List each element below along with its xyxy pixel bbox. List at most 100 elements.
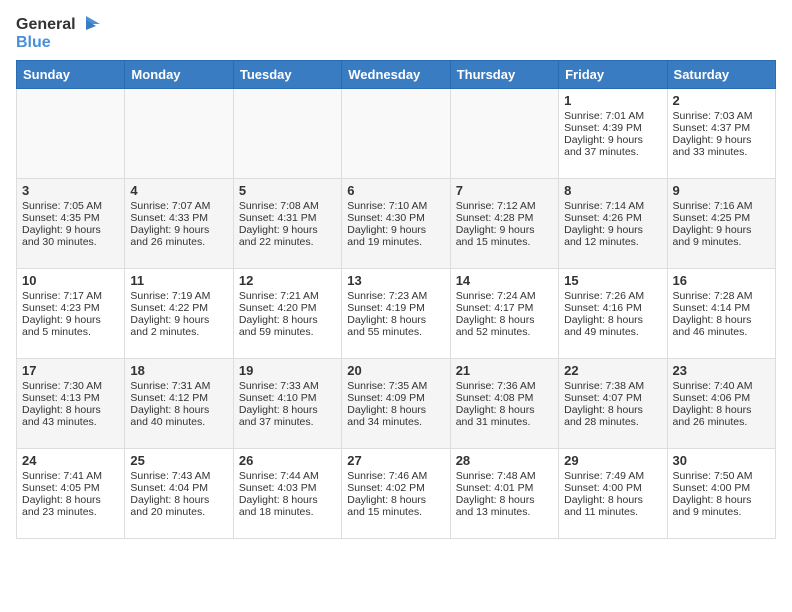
day-info-line: Sunrise: 7:03 AM bbox=[673, 110, 770, 122]
header-cell-saturday: Saturday bbox=[667, 60, 775, 88]
day-info-line: Sunset: 4:25 PM bbox=[673, 212, 770, 224]
day-info-line: Sunrise: 7:21 AM bbox=[239, 290, 336, 302]
day-info-line: Sunrise: 7:17 AM bbox=[22, 290, 119, 302]
day-info-line: Sunrise: 7:01 AM bbox=[564, 110, 661, 122]
day-number: 1 bbox=[564, 93, 661, 108]
page-header: General Blue bbox=[16, 16, 776, 52]
day-info-line: Sunrise: 7:14 AM bbox=[564, 200, 661, 212]
day-info-line: Daylight: 8 hours and 31 minutes. bbox=[456, 404, 553, 428]
day-info-line: Sunrise: 7:31 AM bbox=[130, 380, 227, 392]
calendar-cell: 20Sunrise: 7:35 AMSunset: 4:09 PMDayligh… bbox=[342, 358, 450, 448]
day-info-line: Sunrise: 7:30 AM bbox=[22, 380, 119, 392]
day-info-line: Daylight: 9 hours and 26 minutes. bbox=[130, 224, 227, 248]
logo-blue: Blue bbox=[16, 34, 51, 51]
day-info-line: Sunset: 4:08 PM bbox=[456, 392, 553, 404]
header-cell-tuesday: Tuesday bbox=[233, 60, 341, 88]
calendar-cell bbox=[342, 88, 450, 178]
day-number: 29 bbox=[564, 453, 661, 468]
header-cell-monday: Monday bbox=[125, 60, 233, 88]
day-info-line: Daylight: 8 hours and 49 minutes. bbox=[564, 314, 661, 338]
day-info-line: Daylight: 9 hours and 5 minutes. bbox=[22, 314, 119, 338]
day-info-line: Sunset: 4:12 PM bbox=[130, 392, 227, 404]
calendar-week-2: 3Sunrise: 7:05 AMSunset: 4:35 PMDaylight… bbox=[17, 178, 776, 268]
calendar-body: 1Sunrise: 7:01 AMSunset: 4:39 PMDaylight… bbox=[17, 88, 776, 538]
day-info-line: Sunset: 4:20 PM bbox=[239, 302, 336, 314]
day-info-line: Sunset: 4:04 PM bbox=[130, 482, 227, 494]
calendar-cell: 23Sunrise: 7:40 AMSunset: 4:06 PMDayligh… bbox=[667, 358, 775, 448]
calendar-cell: 2Sunrise: 7:03 AMSunset: 4:37 PMDaylight… bbox=[667, 88, 775, 178]
day-info-line: Daylight: 8 hours and 18 minutes. bbox=[239, 494, 336, 518]
day-info-line: Sunrise: 7:23 AM bbox=[347, 290, 444, 302]
day-info-line: Sunrise: 7:12 AM bbox=[456, 200, 553, 212]
calendar-cell: 8Sunrise: 7:14 AMSunset: 4:26 PMDaylight… bbox=[559, 178, 667, 268]
calendar-cell bbox=[125, 88, 233, 178]
calendar-cell: 28Sunrise: 7:48 AMSunset: 4:01 PMDayligh… bbox=[450, 448, 558, 538]
day-info-line: Sunset: 4:00 PM bbox=[673, 482, 770, 494]
day-info-line: Sunset: 4:05 PM bbox=[22, 482, 119, 494]
logo: General Blue bbox=[16, 16, 100, 52]
day-number: 27 bbox=[347, 453, 444, 468]
day-number: 6 bbox=[347, 183, 444, 198]
calendar-cell: 3Sunrise: 7:05 AMSunset: 4:35 PMDaylight… bbox=[17, 178, 125, 268]
calendar-cell: 27Sunrise: 7:46 AMSunset: 4:02 PMDayligh… bbox=[342, 448, 450, 538]
header-cell-wednesday: Wednesday bbox=[342, 60, 450, 88]
calendar-cell: 24Sunrise: 7:41 AMSunset: 4:05 PMDayligh… bbox=[17, 448, 125, 538]
day-info-line: Sunrise: 7:40 AM bbox=[673, 380, 770, 392]
day-number: 28 bbox=[456, 453, 553, 468]
day-info-line: Daylight: 8 hours and 43 minutes. bbox=[22, 404, 119, 428]
calendar-cell: 9Sunrise: 7:16 AMSunset: 4:25 PMDaylight… bbox=[667, 178, 775, 268]
day-number: 23 bbox=[673, 363, 770, 378]
calendar-week-5: 24Sunrise: 7:41 AMSunset: 4:05 PMDayligh… bbox=[17, 448, 776, 538]
day-number: 20 bbox=[347, 363, 444, 378]
day-info-line: Daylight: 9 hours and 9 minutes. bbox=[673, 224, 770, 248]
day-number: 4 bbox=[130, 183, 227, 198]
calendar-cell: 6Sunrise: 7:10 AMSunset: 4:30 PMDaylight… bbox=[342, 178, 450, 268]
day-info-line: Sunrise: 7:46 AM bbox=[347, 470, 444, 482]
day-number: 25 bbox=[130, 453, 227, 468]
day-info-line: Daylight: 9 hours and 12 minutes. bbox=[564, 224, 661, 248]
day-number: 24 bbox=[22, 453, 119, 468]
day-info-line: Daylight: 9 hours and 15 minutes. bbox=[456, 224, 553, 248]
calendar-header: SundayMondayTuesdayWednesdayThursdayFrid… bbox=[17, 60, 776, 88]
day-number: 8 bbox=[564, 183, 661, 198]
day-info-line: Sunrise: 7:16 AM bbox=[673, 200, 770, 212]
header-cell-sunday: Sunday bbox=[17, 60, 125, 88]
day-info-line: Sunset: 4:00 PM bbox=[564, 482, 661, 494]
day-info-line: Sunset: 4:39 PM bbox=[564, 122, 661, 134]
day-info-line: Daylight: 9 hours and 30 minutes. bbox=[22, 224, 119, 248]
calendar-week-1: 1Sunrise: 7:01 AMSunset: 4:39 PMDaylight… bbox=[17, 88, 776, 178]
day-info-line: Sunrise: 7:48 AM bbox=[456, 470, 553, 482]
calendar-cell: 16Sunrise: 7:28 AMSunset: 4:14 PMDayligh… bbox=[667, 268, 775, 358]
day-info-line: Sunset: 4:13 PM bbox=[22, 392, 119, 404]
day-info-line: Sunset: 4:19 PM bbox=[347, 302, 444, 314]
calendar-cell: 18Sunrise: 7:31 AMSunset: 4:12 PMDayligh… bbox=[125, 358, 233, 448]
calendar-cell: 7Sunrise: 7:12 AMSunset: 4:28 PMDaylight… bbox=[450, 178, 558, 268]
calendar-cell: 22Sunrise: 7:38 AMSunset: 4:07 PMDayligh… bbox=[559, 358, 667, 448]
calendar-cell: 10Sunrise: 7:17 AMSunset: 4:23 PMDayligh… bbox=[17, 268, 125, 358]
header-row: SundayMondayTuesdayWednesdayThursdayFrid… bbox=[17, 60, 776, 88]
day-info-line: Sunrise: 7:28 AM bbox=[673, 290, 770, 302]
header-cell-thursday: Thursday bbox=[450, 60, 558, 88]
day-info-line: Sunrise: 7:49 AM bbox=[564, 470, 661, 482]
day-info-line: Sunset: 4:07 PM bbox=[564, 392, 661, 404]
day-info-line: Daylight: 9 hours and 37 minutes. bbox=[564, 134, 661, 158]
calendar-cell: 1 Sunrise: 7:01 AMSunset: 4:39 PMDaylight… bbox=[559, 88, 667, 178]
day-number: 16 bbox=[673, 273, 770, 288]
day-number: 10 bbox=[22, 273, 119, 288]
day-number: 14 bbox=[456, 273, 553, 288]
calendar-cell bbox=[233, 88, 341, 178]
day-info-line: Daylight: 8 hours and 59 minutes. bbox=[239, 314, 336, 338]
day-info-line: Daylight: 9 hours and 33 minutes. bbox=[673, 134, 770, 158]
day-number: 19 bbox=[239, 363, 336, 378]
day-info-line: Sunrise: 7:05 AM bbox=[22, 200, 119, 212]
day-info-line: Sunrise: 7:33 AM bbox=[239, 380, 336, 392]
day-info-line: Sunrise: 7:26 AM bbox=[564, 290, 661, 302]
day-number: 5 bbox=[239, 183, 336, 198]
day-info-line: Daylight: 8 hours and 13 minutes. bbox=[456, 494, 553, 518]
day-number: 12 bbox=[239, 273, 336, 288]
day-number: 13 bbox=[347, 273, 444, 288]
calendar-cell: 30Sunrise: 7:50 AMSunset: 4:00 PMDayligh… bbox=[667, 448, 775, 538]
day-info-line: Sunrise: 7:43 AM bbox=[130, 470, 227, 482]
day-info-line: Daylight: 8 hours and 28 minutes. bbox=[564, 404, 661, 428]
calendar-cell: 15Sunrise: 7:26 AMSunset: 4:16 PMDayligh… bbox=[559, 268, 667, 358]
